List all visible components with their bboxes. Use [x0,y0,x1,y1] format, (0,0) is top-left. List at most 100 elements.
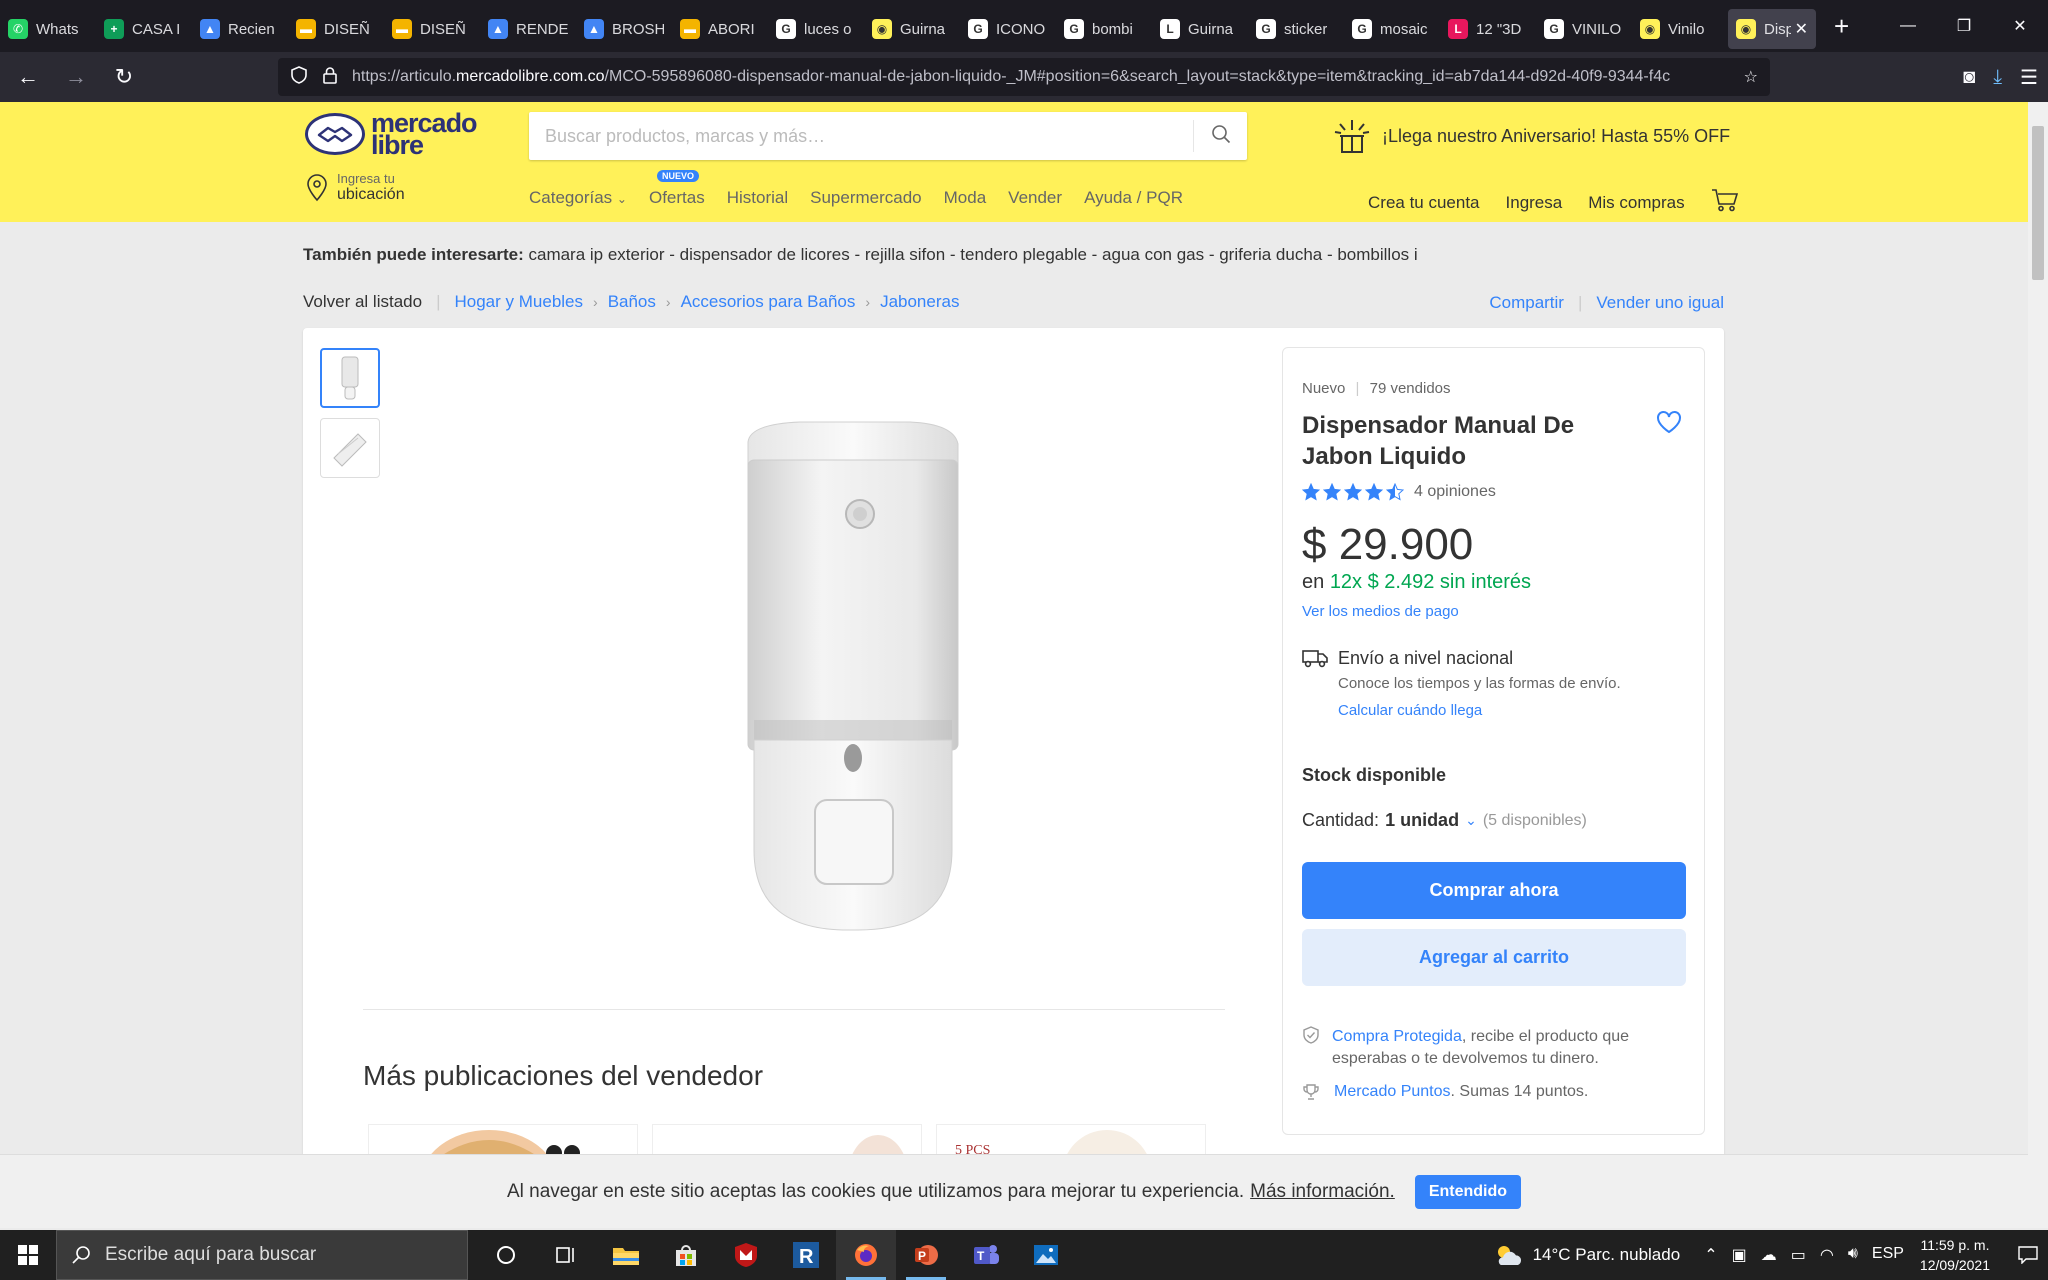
url-bar[interactable]: https://articulo.mercadolibre.com.co/MCO… [278,58,1770,96]
calculate-shipping-link[interactable]: Calcular cuándo llega [1338,702,1482,719]
task-view-icon[interactable] [536,1230,596,1280]
cookie-more-info-link[interactable]: Más información. [1250,1181,1395,1203]
browser-tab[interactable]: ▬ ABORI [672,9,768,49]
cortana-icon[interactable] [476,1230,536,1280]
breadcrumb-hogar[interactable]: Hogar y Muebles [455,292,584,312]
browser-tab[interactable]: ▲ BROSH [576,9,672,49]
menu-supermercado[interactable]: Supermercado [810,188,922,208]
browser-tab[interactable]: G VINILO [1536,9,1632,49]
cart-icon[interactable] [1711,188,1739,217]
browser-tab[interactable]: Gmosaic [1344,9,1440,49]
browser-tab[interactable]: Gsticker [1248,9,1344,49]
thumbnail-1[interactable] [320,348,380,408]
taskbar-search[interactable]: Escribe aquí para buscar [56,1230,468,1280]
download-icon[interactable]: ⤓ [1993,66,2002,89]
reload-icon[interactable]: ↻ [104,57,144,97]
related-searches-links[interactable]: camara ip exterior - dispensador de lico… [528,245,1417,264]
pocket-icon[interactable]: ◙ [1963,66,1975,89]
add-to-cart-button[interactable]: Agregar al carrito [1302,929,1686,986]
onedrive-icon[interactable]: ☁ [1761,1245,1777,1265]
quantity-available: (5 disponibles) [1482,811,1587,829]
chevron-up-icon[interactable]: ⌃ [1704,1245,1717,1265]
payment-methods-link[interactable]: Ver los medios de pago [1302,603,1459,620]
browser-tab[interactable]: ◉ Vinilo [1632,9,1728,49]
browser-tab[interactable]: ◉ Disp ✕ [1728,9,1816,49]
browser-tab[interactable]: Gluces o [768,9,864,49]
browser-tab[interactable]: ▲ RENDE [480,9,576,49]
bookmark-star-icon[interactable]: ☆ [1744,67,1758,87]
browser-tab[interactable]: ▲ Recien [192,9,288,49]
close-tab-icon[interactable]: ✕ [1795,19,1808,39]
mercadolibre-logo[interactable]: mercado libre [305,110,478,159]
browser-tab[interactable]: Gbombi [1056,9,1152,49]
menu-vender[interactable]: Vender [1008,188,1062,208]
breadcrumb-jaboneras[interactable]: Jaboneras [880,292,959,312]
product-main-image[interactable] [740,420,966,932]
back-to-list-link[interactable]: Volver al listado [303,292,422,312]
thumbnail-2[interactable] [320,418,380,478]
menu-categorias[interactable]: Categorías ⌄ [529,188,627,208]
store-icon[interactable] [656,1230,716,1280]
forward-arrow-icon[interactable]: → [56,57,96,97]
location-selector[interactable]: Ingresa tu ubicación [305,172,405,204]
cookie-accept-button[interactable]: Entendido [1414,1174,1522,1209]
mcafee-icon[interactable] [716,1230,776,1280]
breadcrumb-banos[interactable]: Baños [608,292,656,312]
browser-tab[interactable]: L 12 "3D [1440,9,1536,49]
battery-icon[interactable]: ▭ [1791,1245,1806,1265]
browser-tab[interactable]: ◉ Guirna [864,9,960,49]
anniversary-promo[interactable]: ¡Llega nuestro Aniversario! Hasta 55% OF… [1332,116,1730,156]
protected-purchase-link[interactable]: Compra Protegida [1332,1028,1462,1045]
browser-tab[interactable]: ▬ DISEÑ [384,9,480,49]
menu-ayuda[interactable]: Ayuda / PQR [1084,188,1183,208]
menu-historial[interactable]: Historial [727,188,788,208]
breadcrumb-accesorios[interactable]: Accesorios para Baños [681,292,856,312]
wifi-icon[interactable]: ◠ [1820,1245,1834,1265]
browser-tab[interactable]: + CASA I [96,9,192,49]
volume-icon[interactable]: 🔊︎ [1848,1245,1858,1265]
search-input[interactable] [529,112,1193,160]
notification-icon[interactable] [2008,1246,2048,1264]
clock[interactable]: 11:59 p. m. 12/09/2021 [1920,1235,1990,1275]
powerpoint-icon[interactable]: P [896,1230,956,1280]
menu-moda[interactable]: Moda [944,188,987,208]
mercado-points-link[interactable]: Mercado Puntos [1334,1083,1451,1100]
page-scrollbar[interactable] [2028,102,2048,1228]
minimize-icon[interactable]: — [1880,0,1936,52]
browser-tab[interactable]: G ICONO [960,9,1056,49]
share-link[interactable]: Compartir [1489,293,1564,313]
browser-tab[interactable]: L Guirna [1152,9,1248,49]
file-explorer-icon[interactable] [596,1230,656,1280]
rating[interactable]: 4 opiniones [1302,483,1496,501]
heart-icon[interactable] [1656,410,1682,439]
search-button[interactable] [1193,120,1247,152]
close-window-icon[interactable]: ✕ [1992,0,2048,52]
quantity-selector[interactable]: Cantidad: 1 unidad ⌄ (5 disponibles) [1302,810,1587,831]
browser-tab[interactable]: ✆ Whats [0,9,96,49]
weather-widget[interactable]: 14°C Parc. nublado [1493,1243,1680,1267]
back-arrow-icon[interactable]: ← [8,57,48,97]
shield-icon[interactable] [290,65,308,89]
windows-start-icon[interactable] [0,1230,56,1280]
tab-label: Vinilo [1668,20,1705,38]
new-tab-icon[interactable]: + [1834,11,1849,42]
revit-icon[interactable]: R [776,1230,836,1280]
lock-icon[interactable] [322,66,338,89]
installments-prefix: en [1302,571,1325,593]
photos-icon[interactable] [1016,1230,1076,1280]
restore-icon[interactable]: ❐ [1936,0,1992,52]
login-link[interactable]: Ingresa [1506,193,1563,213]
firefox-icon[interactable] [836,1230,896,1280]
menu-hamburger-icon[interactable]: ☰ [2020,65,2038,90]
browser-tab[interactable]: ▬ DISEÑ [288,9,384,49]
menu-ofertas[interactable]: NUEVO Ofertas [649,170,705,208]
sell-same-link[interactable]: Vender uno igual [1596,293,1724,313]
create-account-link[interactable]: Crea tu cuenta [1368,193,1480,213]
buy-now-button[interactable]: Comprar ahora [1302,862,1686,919]
scrollbar-thumb[interactable] [2032,126,2044,280]
meet-now-icon[interactable]: ▣ [1732,1245,1747,1265]
teams-icon[interactable]: T [956,1230,1016,1280]
my-purchases-link[interactable]: Mis compras [1588,193,1684,213]
google-icon: G [968,19,988,39]
language-indicator[interactable]: ESP [1872,1245,1904,1265]
